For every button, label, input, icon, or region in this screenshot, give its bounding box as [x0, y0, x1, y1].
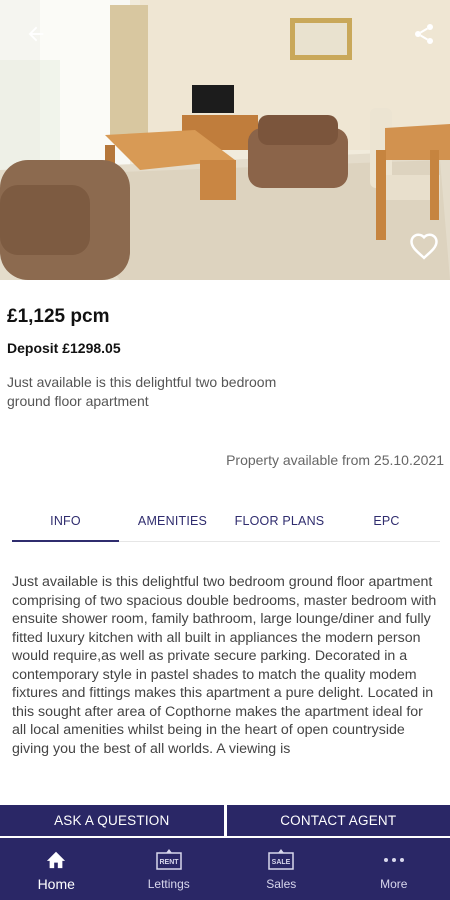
- share-icon: [415, 24, 433, 44]
- living-room-photo: [0, 0, 450, 280]
- nav-more[interactable]: More: [338, 838, 450, 900]
- nav-home-label: Home: [37, 876, 75, 892]
- listing-price: £1,125 pcm: [7, 306, 110, 327]
- nav-home[interactable]: Home: [0, 838, 113, 900]
- arrow-back-icon: [28, 26, 44, 42]
- detail-tabs: INFO AMENITIES FLOOR PLANS EPC: [12, 500, 440, 542]
- favorite-button[interactable]: [406, 228, 442, 264]
- availability-date: Property available from 25.10.2021: [226, 452, 444, 468]
- listing-deposit: Deposit £1298.05: [7, 340, 121, 356]
- contact-agent-button[interactable]: CONTACT AGENT: [226, 805, 450, 836]
- nav-more-label: More: [380, 877, 408, 891]
- heart-outline-icon: [410, 233, 438, 260]
- home-icon: [45, 846, 67, 872]
- rent-sign-icon: RENT: [155, 847, 183, 873]
- more-dots-icon: [383, 847, 405, 873]
- svg-text:RENT: RENT: [159, 859, 179, 866]
- sale-sign-icon: SALE: [267, 847, 295, 873]
- share-button[interactable]: [408, 18, 440, 50]
- tab-info[interactable]: INFO: [12, 500, 119, 542]
- nav-sales[interactable]: SALE Sales: [225, 838, 338, 900]
- nav-lettings-label: Lettings: [147, 877, 190, 891]
- tab-epc[interactable]: EPC: [333, 500, 440, 541]
- nav-sales-label: Sales: [266, 877, 297, 891]
- tab-amenities[interactable]: AMENITIES: [119, 500, 226, 541]
- nav-lettings[interactable]: RENT Lettings: [113, 838, 226, 900]
- bottom-navigation: Home RENT Lettings SALE Sales More: [0, 838, 450, 900]
- action-bar: ASK A QUESTION CONTACT AGENT: [0, 805, 450, 836]
- svg-text:SALE: SALE: [272, 859, 291, 866]
- ask-question-button[interactable]: ASK A QUESTION: [0, 805, 224, 836]
- listing-description: Just available is this delightful two be…: [12, 574, 437, 757]
- tab-floor-plans[interactable]: FLOOR PLANS: [226, 500, 333, 541]
- listing-summary: Just available is this delightful two be…: [7, 374, 277, 409]
- property-photo[interactable]: [0, 0, 450, 280]
- back-button[interactable]: [20, 18, 52, 50]
